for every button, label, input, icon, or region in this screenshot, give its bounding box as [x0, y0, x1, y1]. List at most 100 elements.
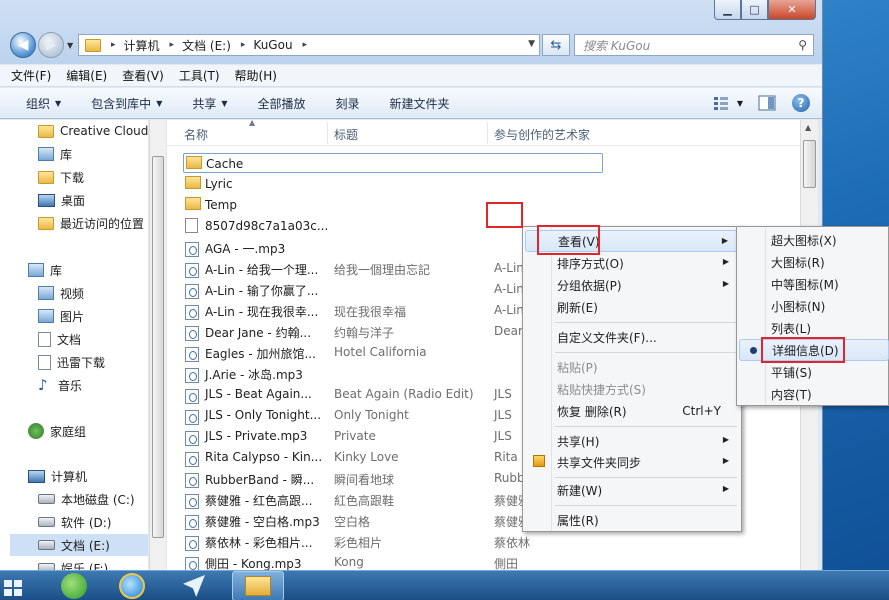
- help-icon[interactable]: ?: [791, 94, 811, 112]
- breadcrumb-drive-e[interactable]: 文档 (E:): [182, 37, 231, 54]
- breadcrumb-computer[interactable]: 计算机: [124, 37, 160, 54]
- file-title: 给我一個理由忘記: [334, 263, 431, 277]
- ctx-group-by[interactable]: 分组依据(P) ▶: [525, 274, 739, 296]
- close-button[interactable]: ✕: [768, 0, 816, 20]
- nav-item-computer[interactable]: 计算机: [28, 465, 87, 487]
- ctx-customize-folder[interactable]: 自定义文件夹(F)...: [525, 326, 739, 348]
- taskbar-explorer[interactable]: [232, 571, 284, 600]
- view-small-icons[interactable]: 小图标(N): [739, 295, 889, 317]
- search-icon[interactable]: ⚲: [798, 38, 807, 52]
- nav-item-drive-f[interactable]: 娱乐 (F:): [38, 557, 108, 570]
- view-large-icons[interactable]: 大图标(R): [739, 251, 889, 273]
- nav-item-libraries[interactable]: 库: [28, 259, 62, 281]
- column-title[interactable]: 标题: [334, 126, 358, 143]
- nav-item-creative-cloud[interactable]: Creative Cloud: [38, 120, 148, 142]
- column-divider[interactable]: [327, 122, 328, 144]
- include-in-library-button[interactable]: 包含到库中 ▼: [91, 95, 162, 112]
- nav-item-music[interactable]: ♪ 音乐: [38, 374, 82, 396]
- column-header: 名称 ▲ 标题 参与创作的艺术家: [167, 118, 800, 146]
- file-row-temp[interactable]: Temp: [183, 195, 783, 215]
- refresh-button[interactable]: ⇆: [542, 34, 570, 56]
- include-label: 包含到库中: [91, 96, 152, 111]
- file-artist: Dear: [494, 324, 523, 338]
- scroll-up-icon[interactable]: ▲: [805, 123, 811, 132]
- breadcrumb-separator[interactable]: ▸: [111, 40, 116, 50]
- minimize-button[interactable]: ▁: [714, 0, 741, 20]
- column-divider[interactable]: [487, 122, 488, 144]
- column-artist[interactable]: 参与创作的艺术家: [494, 126, 590, 143]
- file-artist: A-Lin: [494, 261, 524, 275]
- view-medium-icons[interactable]: 中等图标(M): [739, 273, 889, 295]
- view-list[interactable]: 列表(L): [739, 317, 889, 339]
- picture-library-icon: [38, 309, 54, 323]
- nav-item-documents[interactable]: 文档: [38, 328, 81, 350]
- file-artist: Rita: [494, 450, 518, 464]
- nav-item-pictures[interactable]: 图片: [38, 305, 84, 327]
- navigation-scrollbar[interactable]: [149, 120, 166, 570]
- nav-item-xunlei-downloads[interactable]: 迅雷下载: [38, 351, 105, 373]
- view-tiles[interactable]: 平铺(S): [739, 361, 889, 383]
- ctx-new[interactable]: 新建(W) ▶: [525, 479, 739, 501]
- ctx-refresh[interactable]: 刷新(E): [525, 296, 739, 318]
- nav-item-drive-e[interactable]: 文档 (E:): [10, 534, 148, 556]
- view-dropdown-icon[interactable]: ▼: [737, 99, 743, 108]
- nav-item-homegroup[interactable]: 家庭组: [28, 420, 86, 442]
- ctx-share[interactable]: 共享(H) ▶: [525, 430, 739, 452]
- maximize-button[interactable]: □: [741, 0, 768, 20]
- preview-pane-icon[interactable]: [757, 94, 777, 112]
- nav-item-drive-c[interactable]: 本地磁盘 (C:): [38, 488, 135, 510]
- menu-help[interactable]: 帮助(H): [235, 67, 277, 84]
- address-bar[interactable]: ▸ 计算机 ▸ 文档 (E:) ▸ KuGou ▸ ▼: [78, 34, 540, 56]
- menu-bar: 文件(F) 编辑(E) 查看(V) 工具(T) 帮助(H): [0, 65, 822, 87]
- menu-view[interactable]: 查看(V): [122, 67, 164, 84]
- file-row[interactable]: 側田 - Kong.mp3 Kong 側田: [183, 552, 783, 570]
- burn-button[interactable]: 刻录: [336, 95, 360, 112]
- address-dropdown-icon[interactable]: ▼: [528, 39, 535, 49]
- file-row-lyric[interactable]: Lyric: [183, 174, 783, 194]
- folder-icon: [38, 170, 54, 184]
- nav-item-videos[interactable]: 视频: [38, 282, 84, 304]
- ctx-sort-by[interactable]: 排序方式(O) ▶: [525, 252, 739, 274]
- ctx-paste-shortcut[interactable]: 粘贴快捷方式(S): [525, 378, 739, 400]
- breadcrumb-kugou[interactable]: KuGou: [253, 38, 292, 52]
- menu-edit[interactable]: 编辑(E): [66, 67, 107, 84]
- column-name[interactable]: 名称: [184, 126, 208, 143]
- share-button[interactable]: 共享 ▼: [192, 95, 227, 112]
- nav-item-desktop[interactable]: 桌面: [38, 189, 85, 211]
- taskbar-app[interactable]: [168, 571, 220, 600]
- back-button[interactable]: ◀: [10, 32, 36, 58]
- scrollbar-thumb[interactable]: [152, 156, 164, 538]
- file-name: 蔡健雅 - 红色高跟...: [205, 494, 313, 508]
- ctx-shared-folder-sync[interactable]: 共享文件夹同步 ▶: [525, 451, 739, 473]
- ctx-properties[interactable]: 属性(R): [525, 509, 739, 531]
- view-options-icon[interactable]: [712, 94, 732, 112]
- recent-pages-dropdown[interactable]: ▼: [67, 41, 73, 50]
- forward-button[interactable]: ▶: [38, 32, 64, 58]
- file-row-cache[interactable]: Cache: [183, 153, 603, 173]
- new-folder-button[interactable]: 新建文件夹: [390, 95, 450, 112]
- view-content[interactable]: 内容(T): [739, 383, 889, 405]
- view-extra-large-icons[interactable]: 超大图标(X): [739, 229, 889, 251]
- organize-button[interactable]: 组织 ▼: [26, 95, 61, 112]
- breadcrumb-separator[interactable]: ▸: [170, 40, 175, 50]
- menu-separator: [555, 322, 737, 323]
- breadcrumb-separator[interactable]: ▸: [303, 40, 308, 50]
- play-all-button[interactable]: 全部播放: [258, 95, 306, 112]
- nav-item-drive-d[interactable]: 软件 (D:): [38, 511, 111, 533]
- taskbar-internet-explorer[interactable]: [106, 571, 158, 600]
- menu-file[interactable]: 文件(F): [11, 67, 51, 84]
- nav-item-library[interactable]: 库: [38, 143, 72, 165]
- audio-file-icon: [185, 367, 199, 383]
- ctx-undo-delete[interactable]: 恢复 删除(R) Ctrl+Y: [525, 400, 739, 422]
- scrollbar-thumb[interactable]: [803, 140, 816, 188]
- search-input[interactable]: 搜索 KuGou ⚲: [574, 34, 814, 56]
- nav-item-downloads[interactable]: 下载: [38, 166, 84, 188]
- taskbar-browser-360[interactable]: [48, 571, 100, 600]
- menu-tools[interactable]: 工具(T): [179, 67, 220, 84]
- breadcrumb-separator[interactable]: ▸: [241, 40, 246, 50]
- nav-item-recent-places[interactable]: 最近访问的位置: [38, 212, 144, 234]
- ctx-paste[interactable]: 粘贴(P): [525, 356, 739, 378]
- start-button[interactable]: [0, 573, 28, 600]
- annotation-box-view: [537, 225, 600, 255]
- file-row[interactable]: 蔡依林 - 彩色相片... 彩色相片 蔡依林: [183, 531, 783, 551]
